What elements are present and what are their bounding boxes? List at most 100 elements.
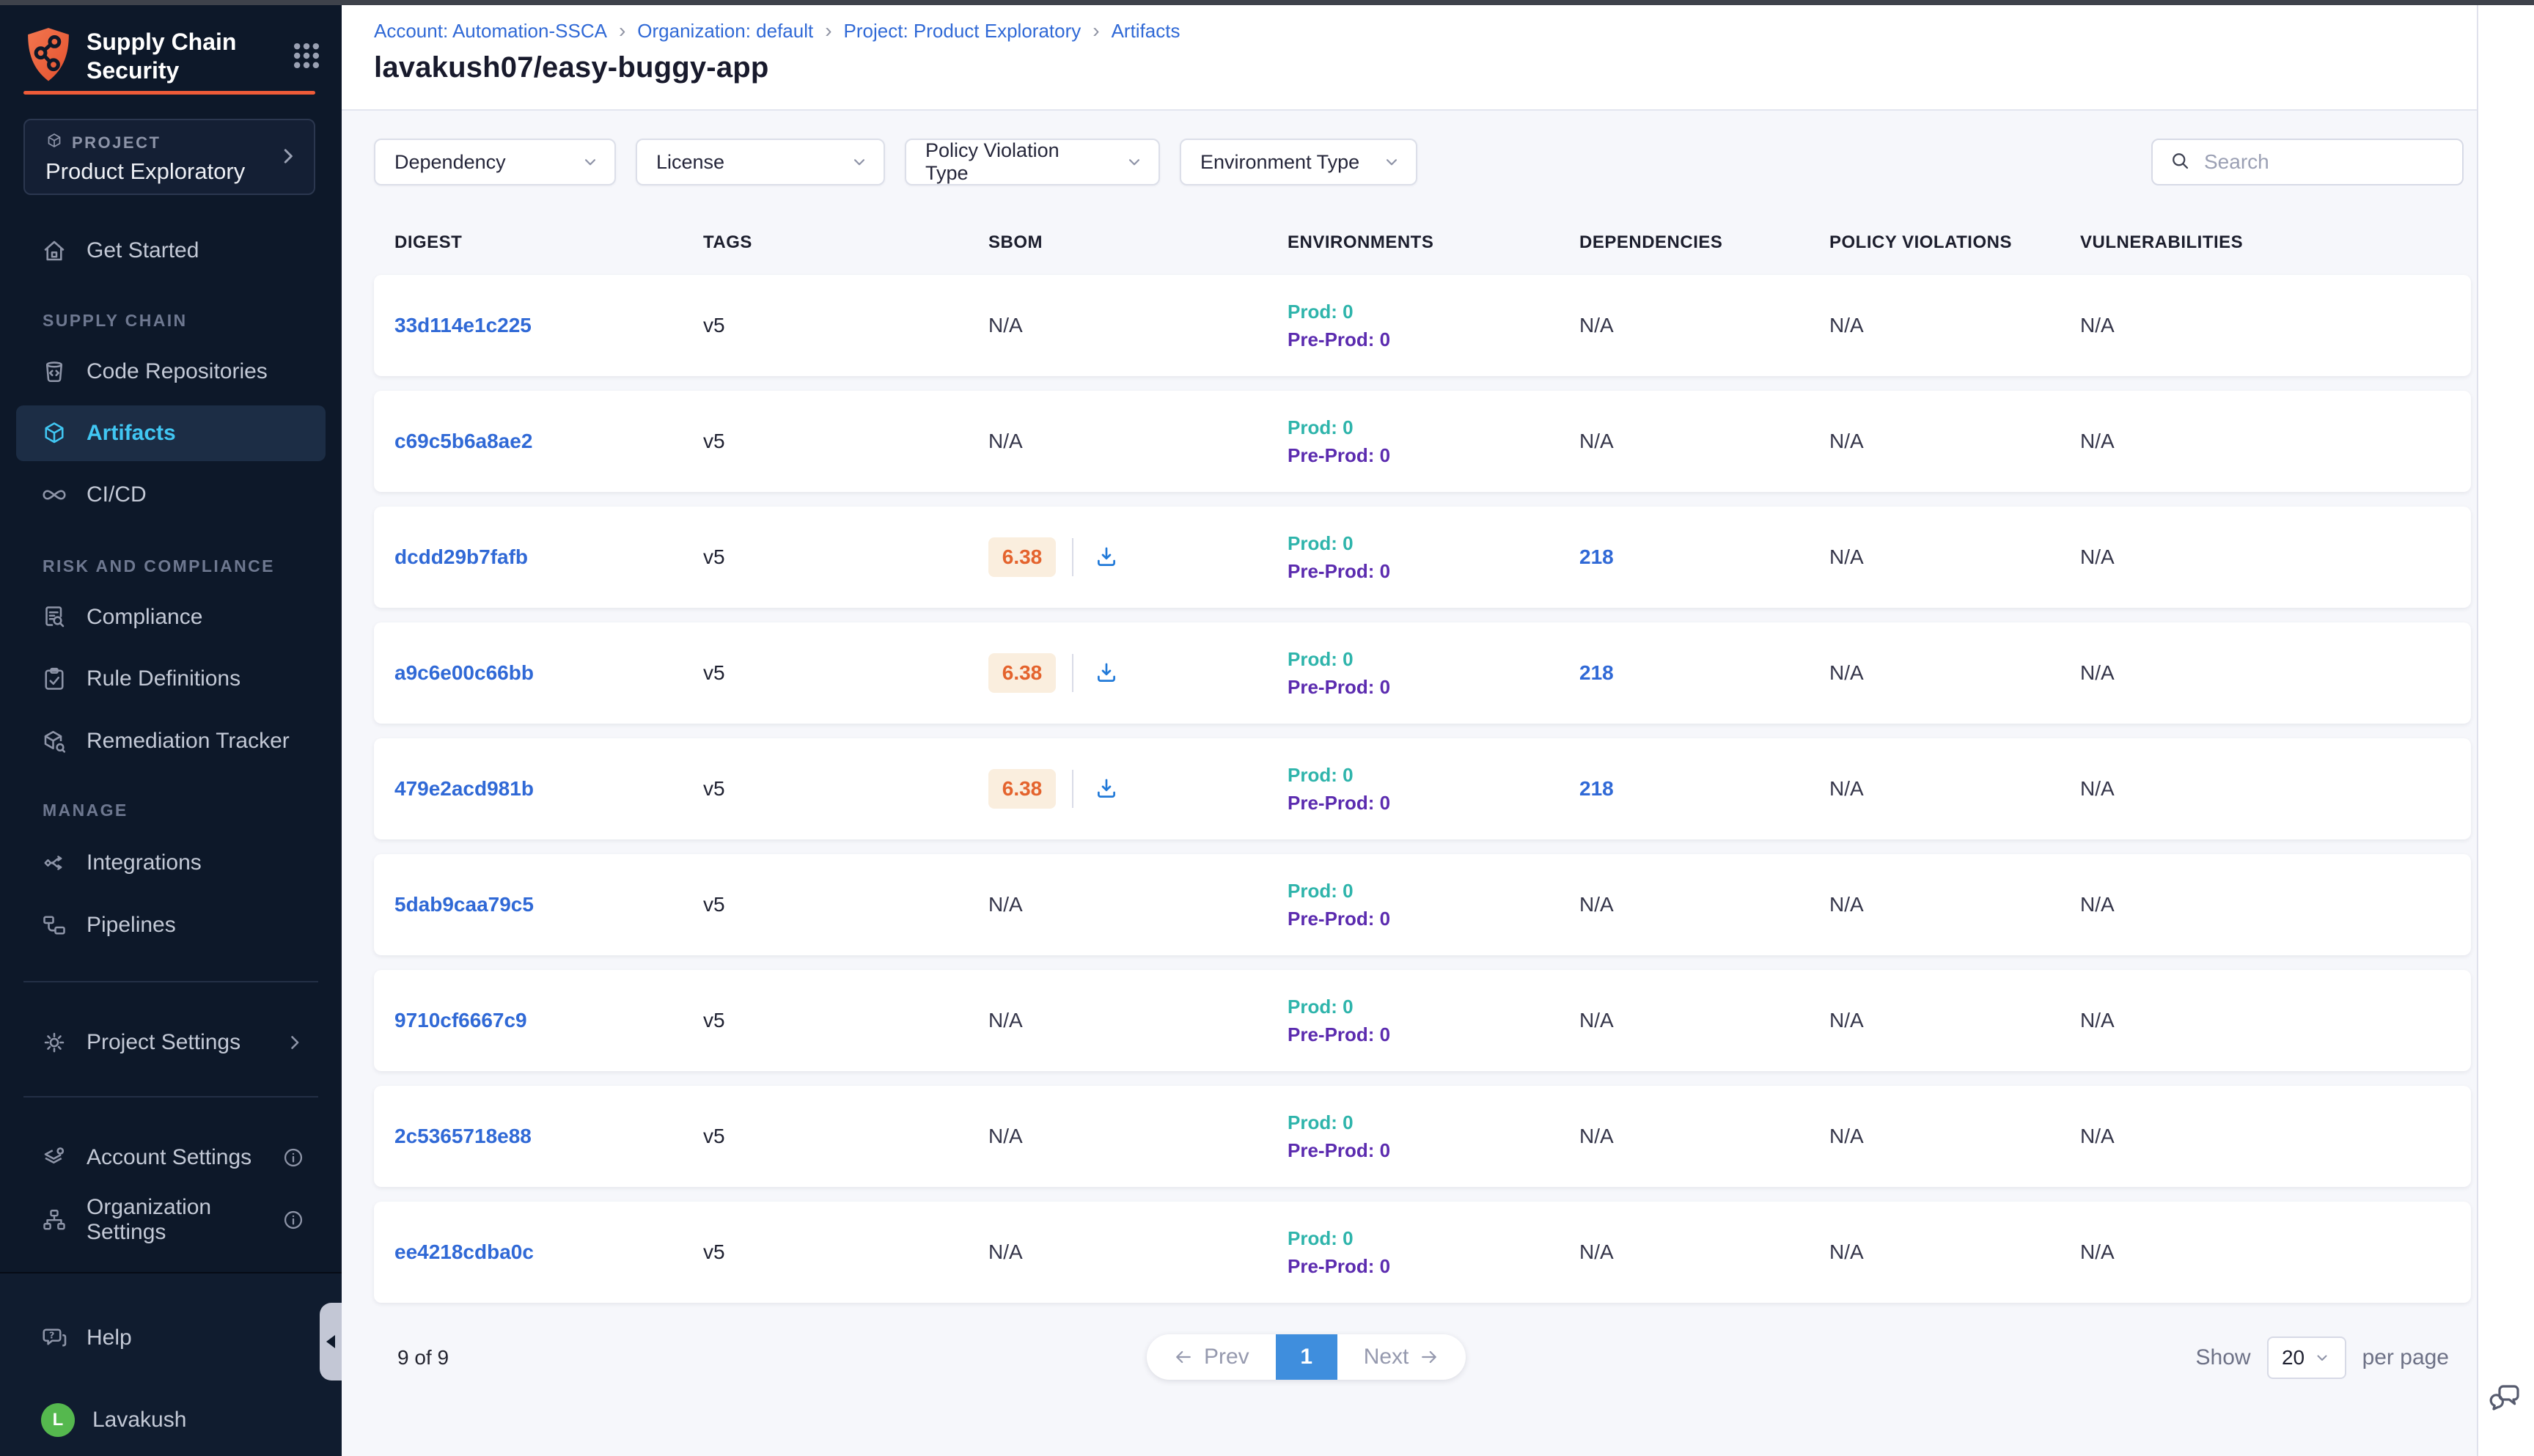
user-name: Lavakush [92,1408,186,1433]
env-preprod-value: Pre-Prod: 0 [1288,1021,1579,1048]
breadcrumb-organization[interactable]: Organization: default [637,20,813,43]
section-heading-manage: MANAGE [43,801,128,820]
tag-value: v5 [703,545,988,569]
sidebar-item-project-settings[interactable]: Project Settings [16,1015,326,1070]
download-sbom-button[interactable] [1090,656,1123,690]
filter-policy-violation-type[interactable]: Policy Violation Type [905,139,1160,185]
breadcrumb-separator: › [1092,19,1099,43]
shield-logo-icon [23,26,73,87]
sbom-cell: N/A [988,1125,1288,1148]
digest-link[interactable]: ee4218cdba0c [394,1240,534,1263]
environments-cell: Prod: 0 Pre-Prod: 0 [1288,877,1579,933]
sidebar-item-get-started[interactable]: Get Started [16,223,326,279]
sidebar-item-compliance[interactable]: Compliance [16,589,326,645]
table-row[interactable]: 5dab9caa79c5 v5 N/A Prod: 0 Pre-Prod: 0 … [374,854,2471,955]
info-icon[interactable] [282,1208,305,1232]
digest-link[interactable]: 479e2acd981b [394,777,534,800]
dependencies-link[interactable]: 218 [1579,545,1614,568]
prev-page-button[interactable]: Prev [1147,1334,1276,1380]
digest-cell: a9c6e00c66bb [394,661,703,685]
vulnerabilities-value: N/A [2080,545,2471,569]
download-sbom-button[interactable] [1090,772,1123,806]
table-row[interactable]: 33d114e1c225 v5 N/A Prod: 0 Pre-Prod: 0 … [374,275,2471,376]
digest-cell: c69c5b6a8ae2 [394,430,703,453]
sbom-cell: N/A [988,314,1288,337]
next-page-button[interactable]: Next [1337,1334,1466,1380]
sidebar-item-account-settings[interactable]: Account Settings [16,1130,326,1185]
table-row[interactable]: 2c5365718e88 v5 N/A Prod: 0 Pre-Prod: 0 … [374,1086,2471,1187]
dependencies-na-value: N/A [1579,1125,1614,1147]
dependencies-link[interactable]: 218 [1579,661,1614,684]
digest-link[interactable]: a9c6e00c66bb [394,661,534,684]
sidebar-collapse-handle[interactable] [320,1303,342,1380]
filter-environment-type[interactable]: Environment Type [1180,139,1417,185]
page-header: Account: Automation-SSCA › Organization:… [342,0,2477,111]
table-row[interactable]: a9c6e00c66bb v5 6.38 Prod: 0 Pre-Prod: 0… [374,622,2471,724]
env-prod-value: Prod: 0 [1288,993,1579,1021]
info-icon[interactable] [282,1146,305,1169]
arrow-left-icon [1173,1347,1194,1367]
digest-link[interactable]: 9710cf6667c9 [394,1009,527,1032]
column-header-policy-violations: POLICY VIOLATIONS [1829,232,2080,253]
dependencies-cell: 218 [1579,777,1829,801]
breadcrumb-project[interactable]: Project: Product Exploratory [844,20,1081,43]
policy-violations-value: N/A [1829,661,2080,685]
env-preprod-value: Pre-Prod: 0 [1288,789,1579,817]
env-prod-value: Prod: 0 [1288,645,1579,673]
sbom-na-value: N/A [988,893,1023,916]
per-page-select[interactable]: 20 [2267,1336,2346,1379]
digest-cell: 479e2acd981b [394,777,703,801]
environments-cell: Prod: 0 Pre-Prod: 0 [1288,645,1579,701]
sbom-cell: N/A [988,1240,1288,1264]
avatar: L [41,1403,75,1437]
breadcrumb-artifacts[interactable]: Artifacts [1112,20,1180,43]
policy-violations-value: N/A [1829,777,2080,801]
pipelines-icon [41,912,67,938]
env-preprod-value: Pre-Prod: 0 [1288,905,1579,933]
gear-icon [41,1029,67,1056]
sbom-cell: N/A [988,1009,1288,1032]
table-row[interactable]: c69c5b6a8ae2 v5 N/A Prod: 0 Pre-Prod: 0 … [374,391,2471,492]
breadcrumb-account[interactable]: Account: Automation-SSCA [374,20,607,43]
environments-cell: Prod: 0 Pre-Prod: 0 [1288,413,1579,469]
dependencies-na-value: N/A [1579,1240,1614,1263]
sidebar-item-code-repositories[interactable]: Code Repositories [16,344,326,400]
sidebar-item-remediation-tracker[interactable]: Remediation Tracker [16,713,326,769]
sidebar: Supply Chain Security PROJECT Product Ex… [0,0,342,1456]
digest-cell: 2c5365718e88 [394,1125,703,1148]
sbom-na-value: N/A [988,1240,1023,1263]
table-row[interactable]: dcdd29b7fafb v5 6.38 Prod: 0 Pre-Prod: 0… [374,507,2471,608]
env-prod-value: Prod: 0 [1288,1224,1579,1252]
dependencies-cell: N/A [1579,1240,1829,1264]
user-menu[interactable]: L Lavakush [16,1392,326,1448]
digest-cell: ee4218cdba0c [394,1240,703,1264]
table-row[interactable]: ee4218cdba0c v5 N/A Prod: 0 Pre-Prod: 0 … [374,1202,2471,1303]
dependencies-link[interactable]: 218 [1579,777,1614,800]
filter-license[interactable]: License [636,139,885,185]
table-row[interactable]: 9710cf6667c9 v5 N/A Prod: 0 Pre-Prod: 0 … [374,970,2471,1071]
digest-link[interactable]: 2c5365718e88 [394,1125,532,1147]
sidebar-item-integrations[interactable]: Integrations [16,835,326,891]
project-selector[interactable]: PROJECT Product Exploratory [23,119,315,195]
policy-violations-value: N/A [1829,545,2080,569]
sidebar-item-cicd[interactable]: CI/CD [16,467,326,523]
table-row[interactable]: 479e2acd981b v5 6.38 Prod: 0 Pre-Prod: 0… [374,738,2471,839]
digest-link[interactable]: 33d114e1c225 [394,314,532,337]
sidebar-item-pipelines[interactable]: Pipelines [16,897,326,953]
search-field [2151,139,2464,185]
sidebar-item-rule-definitions[interactable]: Rule Definitions [16,651,326,707]
sidebar-item-organization-settings[interactable]: Organization Settings [16,1192,326,1248]
chat-support-icon[interactable] [2486,1380,2526,1415]
page-number-1[interactable]: 1 [1276,1334,1337,1380]
filter-dependency[interactable]: Dependency [374,139,616,185]
sidebar-item-help[interactable]: ? Help [16,1310,326,1366]
sidebar-item-artifacts[interactable]: Artifacts [16,405,326,461]
sbom-na-value: N/A [988,314,1023,337]
digest-link[interactable]: dcdd29b7fafb [394,545,528,568]
digest-link[interactable]: 5dab9caa79c5 [394,893,534,916]
environments-cell: Prod: 0 Pre-Prod: 0 [1288,1108,1579,1164]
download-sbom-button[interactable] [1090,540,1123,574]
digest-link[interactable]: c69c5b6a8ae2 [394,430,532,452]
module-grid-icon[interactable] [290,40,323,72]
search-input[interactable] [2204,150,2446,174]
